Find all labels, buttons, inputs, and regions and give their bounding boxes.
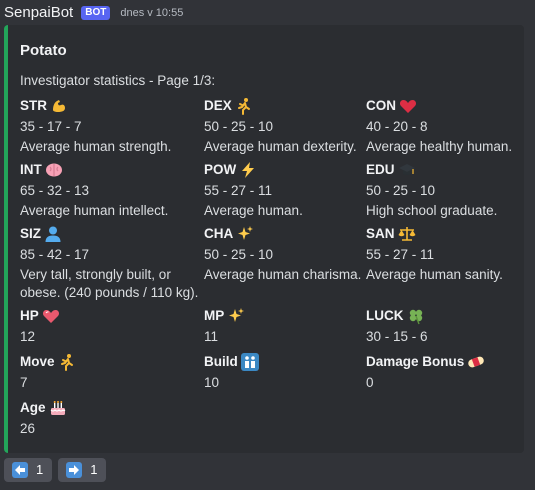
bot-badge: BOT bbox=[81, 6, 111, 20]
field-mp-value: 11 bbox=[204, 329, 219, 344]
field-san-desc: Average human sanity. bbox=[366, 267, 503, 282]
field-hp: HP 12 bbox=[20, 306, 180, 346]
field-san-value: 55 - 27 - 11 bbox=[366, 247, 435, 262]
field-san-name: SAN bbox=[366, 226, 395, 241]
field-edu-name: EDU bbox=[366, 162, 395, 177]
field-move-value: 7 bbox=[20, 375, 28, 390]
field-damage-bonus-name: Damage Bonus bbox=[366, 354, 465, 369]
field-cha-value: 50 - 25 - 10 bbox=[204, 247, 274, 262]
four-leaf-clover-icon bbox=[407, 307, 425, 325]
field-pow-value: 55 - 27 - 11 bbox=[204, 183, 273, 198]
field-build: Build 10 bbox=[204, 352, 364, 392]
field-edu-desc: High school graduate. bbox=[366, 203, 498, 218]
field-str-desc: Average human strength. bbox=[20, 139, 172, 154]
red-heart-icon bbox=[399, 97, 417, 115]
sparkles-icon bbox=[236, 225, 254, 243]
lightning-icon bbox=[239, 161, 257, 179]
field-mp: MP 11 bbox=[204, 306, 364, 346]
field-str-name: STR bbox=[20, 98, 47, 113]
field-damage-bonus: Damage Bonus 0 bbox=[366, 352, 524, 392]
field-int-value: 65 - 32 - 13 bbox=[20, 183, 90, 198]
field-dex-desc: Average human dexterity. bbox=[204, 139, 357, 154]
field-siz-value: 85 - 42 - 17 bbox=[20, 247, 90, 262]
field-cha-desc: Average human charisma. bbox=[204, 267, 362, 282]
field-int-desc: Average human intellect. bbox=[20, 203, 169, 218]
field-edu: EDU 50 - 25 - 10 High school graduate. bbox=[366, 160, 524, 220]
field-luck: LUCK 30 - 15 - 6 bbox=[366, 306, 524, 346]
person-silhouette-icon bbox=[44, 225, 62, 243]
author-name[interactable]: SenpaiBot bbox=[4, 4, 73, 22]
field-move: Move 7 bbox=[20, 352, 180, 392]
bandage-icon bbox=[467, 353, 485, 371]
running-person-icon bbox=[235, 97, 253, 115]
family-icon bbox=[240, 353, 259, 371]
field-con-desc: Average healthy human. bbox=[366, 139, 513, 154]
graduation-cap-icon bbox=[398, 161, 416, 179]
arrow-right-icon bbox=[66, 462, 83, 478]
next-page-count: 1 bbox=[90, 462, 98, 477]
running-person-icon bbox=[58, 353, 76, 371]
field-age: Age 26 bbox=[20, 398, 180, 438]
field-cha: CHA 50 - 25 - 10 Average human charisma. bbox=[204, 224, 364, 284]
pink-heart-icon bbox=[42, 307, 60, 325]
field-dex-name: DEX bbox=[204, 98, 232, 113]
sparkles-icon bbox=[227, 307, 245, 325]
field-con-value: 40 - 20 - 8 bbox=[366, 119, 428, 134]
balance-scale-icon bbox=[398, 225, 416, 243]
field-siz-desc: Very tall, strongly built, or obese. (24… bbox=[20, 267, 199, 300]
field-san: SAN 55 - 27 - 11 Average human sanity. bbox=[366, 224, 524, 284]
field-con-name: CON bbox=[366, 98, 396, 113]
embed-title: Potato bbox=[20, 42, 67, 59]
field-pow-name: POW bbox=[204, 162, 237, 177]
field-pow: POW 55 - 27 - 11 Average human. bbox=[204, 160, 364, 220]
previous-page-count: 1 bbox=[36, 462, 44, 477]
field-con: CON 40 - 20 - 8 Average healthy human. bbox=[366, 96, 524, 156]
field-siz: SIZ 85 - 42 - 17 Very tall, strongly bui… bbox=[20, 224, 200, 302]
field-str-value: 35 - 17 - 7 bbox=[20, 119, 82, 134]
message-timestamp: dnes v 10:55 bbox=[120, 7, 184, 19]
field-mp-name: MP bbox=[204, 308, 225, 323]
field-age-name: Age bbox=[20, 400, 46, 415]
field-luck-value: 30 - 15 - 6 bbox=[366, 329, 428, 344]
embed-description: Investigator statistics - Page 1/3: bbox=[20, 73, 216, 88]
field-age-value: 26 bbox=[20, 421, 36, 436]
field-siz-name: SIZ bbox=[20, 226, 42, 241]
flexed-biceps-icon bbox=[50, 97, 68, 115]
field-edu-value: 50 - 25 - 10 bbox=[366, 183, 436, 198]
next-page-button[interactable]: 1 bbox=[58, 458, 107, 482]
field-move-name: Move bbox=[20, 354, 55, 369]
message-container: SenpaiBot BOT dnes v 10:55 Potato Invest… bbox=[0, 0, 535, 490]
arrow-left-icon bbox=[12, 462, 28, 478]
field-dex: DEX 50 - 25 - 10 Average human dexterity… bbox=[204, 96, 364, 156]
stats-embed: Potato Investigator statistics - Page 1/… bbox=[4, 25, 524, 453]
field-cha-name: CHA bbox=[204, 226, 234, 241]
pagination-buttons: 1 1 bbox=[4, 458, 107, 482]
previous-page-button[interactable]: 1 bbox=[4, 458, 53, 482]
birthday-cake-icon bbox=[49, 399, 67, 417]
field-pow-desc: Average human. bbox=[204, 203, 303, 218]
brain-icon bbox=[45, 161, 63, 179]
field-dex-value: 50 - 25 - 10 bbox=[204, 119, 274, 134]
field-int: INT 65 - 32 - 13 Average human intellect… bbox=[20, 160, 180, 220]
field-int-name: INT bbox=[20, 162, 42, 177]
field-build-value: 10 bbox=[204, 375, 220, 390]
message-header: SenpaiBot BOT dnes v 10:55 bbox=[4, 4, 183, 22]
field-damage-bonus-value: 0 bbox=[366, 375, 374, 390]
field-build-name: Build bbox=[204, 354, 238, 369]
field-str: STR 35 - 17 - 7 Average human strength. bbox=[20, 96, 180, 156]
embed-accent-bar bbox=[4, 25, 8, 453]
field-luck-name: LUCK bbox=[366, 308, 404, 323]
field-hp-value: 12 bbox=[20, 329, 36, 344]
field-hp-name: HP bbox=[20, 308, 39, 323]
